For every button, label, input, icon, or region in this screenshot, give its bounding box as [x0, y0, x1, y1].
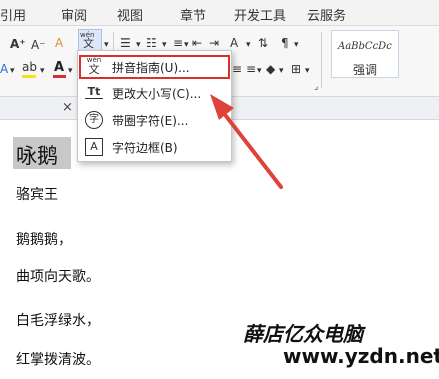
- tab-view[interactable]: 视图: [117, 5, 143, 24]
- document-line: 红掌拨清波。: [16, 352, 100, 368]
- watermark-url: www.yzdn.net: [283, 344, 439, 368]
- font-color-swatch: [53, 75, 66, 78]
- change-case-icon: Tt: [85, 84, 103, 99]
- clear-format-button[interactable]: A: [55, 36, 63, 50]
- phonetic-dropdown-menu: wén 文 拼音指南(U)... Tt 更改大小写(C)... 字 带圈字符(E…: [77, 50, 232, 162]
- pinyin-guide-icon: wén 文: [86, 56, 102, 76]
- menu-item-label: 带圈字符(E)...: [112, 114, 189, 128]
- menu-item-label: 拼音指南(U)...: [112, 61, 190, 75]
- borders-icon[interactable]: ⊞: [291, 62, 301, 76]
- align-center-icon[interactable]: ≡: [246, 62, 256, 76]
- tab-references[interactable]: 引用: [0, 5, 26, 24]
- multilevel-list-icon[interactable]: ≡: [173, 36, 183, 50]
- highlight-dropdown-arrow-icon[interactable]: ▾: [40, 64, 45, 78]
- document-line: 白毛浮绿水，: [16, 313, 100, 329]
- style-gallery-emphasis[interactable]: AaBbCcDc 强调: [331, 30, 399, 78]
- scaling-dropdown-arrow-icon[interactable]: ▾: [246, 38, 251, 52]
- document-title: 咏鹅: [16, 144, 58, 168]
- grow-font-button[interactable]: A⁺: [10, 37, 26, 51]
- character-scaling-icon[interactable]: A: [230, 36, 238, 50]
- font-color-button[interactable]: A: [53, 60, 67, 78]
- char-border-icon: A: [85, 138, 103, 156]
- menu-item-label: 字符边框(B): [112, 141, 178, 155]
- tab-review[interactable]: 审阅: [61, 5, 87, 24]
- shading-icon[interactable]: ◆: [266, 62, 275, 76]
- borders-dropdown-arrow-icon[interactable]: ▾: [305, 64, 310, 78]
- highlighter-icon: ab: [22, 60, 37, 74]
- numbered-list-icon[interactable]: ☷: [146, 36, 157, 50]
- align-dropdown-arrow-icon[interactable]: ▾: [257, 64, 262, 78]
- font-color-dropdown-arrow-icon[interactable]: ▾: [68, 64, 73, 78]
- menu-item-label: 更改大小写(C)...: [112, 87, 202, 101]
- ribbon-tab-bar: 引用 审阅 视图 章节 开发工具 云服务: [0, 0, 439, 26]
- bullet-list-icon[interactable]: ☰: [120, 36, 131, 50]
- shrink-font-button[interactable]: A⁻: [31, 38, 46, 52]
- enclosed-char-icon: 字: [85, 111, 103, 129]
- ribbon-divider: [321, 32, 322, 88]
- show-marks-icon[interactable]: ¶: [281, 36, 289, 50]
- font-color-icon: A: [54, 60, 65, 75]
- document-line: 骆宾王: [16, 187, 58, 203]
- watermark-logo-text: 薛店亿众电脑: [243, 322, 363, 346]
- style-name-label: 强调: [352, 63, 377, 77]
- menu-item-character-border[interactable]: A 字符边框(B): [79, 135, 230, 159]
- menu-item-change-case[interactable]: Tt 更改大小写(C)...: [79, 81, 230, 105]
- increase-indent-icon[interactable]: ⇥: [209, 36, 219, 50]
- tab-cloud-services[interactable]: 云服务: [307, 5, 346, 24]
- text-effect-dropdown-arrow-icon[interactable]: ▾: [10, 64, 15, 78]
- style-sample-text: AaBbCcDc: [338, 41, 392, 52]
- align-left-icon[interactable]: ≡: [232, 62, 242, 76]
- phonetic-guide-button[interactable]: wén 文: [78, 29, 102, 51]
- sort-icon[interactable]: ⇅: [258, 36, 268, 50]
- document-line: 鹅鹅鹅，: [16, 232, 72, 248]
- highlight-swatch: [22, 75, 36, 78]
- paragraph-settings-launcher-icon[interactable]: ⌟: [314, 80, 318, 94]
- tab-section[interactable]: 章节: [180, 5, 206, 24]
- text-effect-icon[interactable]: A: [0, 62, 8, 76]
- marks-dropdown-arrow-icon[interactable]: ▾: [294, 38, 299, 52]
- close-document-icon[interactable]: ×: [62, 100, 73, 115]
- shading-dropdown-arrow-icon[interactable]: ▾: [279, 64, 284, 78]
- phonetic-guide-icon: 文: [83, 37, 94, 50]
- decrease-indent-icon[interactable]: ⇤: [192, 36, 202, 50]
- document-line: 曲项向天歌。: [16, 269, 100, 285]
- tab-developer-tools[interactable]: 开发工具: [234, 5, 286, 24]
- menu-item-pinyin-guide[interactable]: wén 文 拼音指南(U)...: [79, 55, 230, 79]
- highlight-color-button[interactable]: ab: [22, 60, 38, 78]
- menu-item-enclosed-characters[interactable]: 字 带圈字符(E)...: [79, 108, 230, 132]
